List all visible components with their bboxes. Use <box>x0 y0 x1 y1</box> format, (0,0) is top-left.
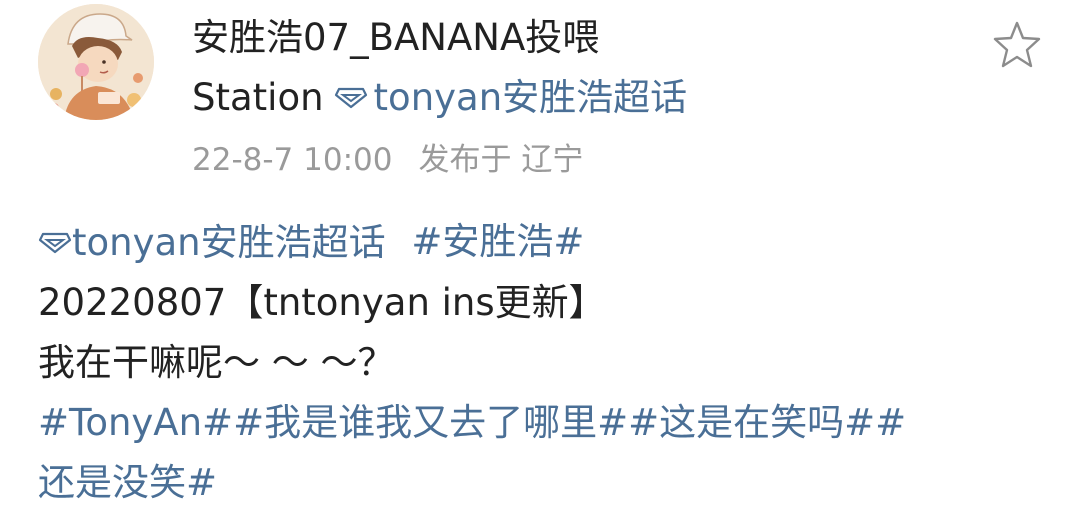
post-body: tonyan安胜浩超话 #安胜浩# 20220807【tntonyan ins更… <box>38 212 1048 513</box>
author-name[interactable]: 安胜浩07_BANANA投喂 <box>192 14 599 62</box>
body-super-topic-label: tonyan安胜浩超话 <box>72 221 386 264</box>
avatar-illustration-icon <box>38 4 154 120</box>
station-label: Station <box>192 76 324 119</box>
post-body-line-1: tonyan安胜浩超话 #安胜浩# <box>38 212 1048 273</box>
post-time: 22-8-7 10:00 <box>192 142 393 178</box>
hashtag-links-line[interactable]: #TonyAn##我是谁我又去了哪里##这是在笑吗## <box>38 393 1048 453</box>
post-body-line-3: 我在干嘛呢～ ～ ～？ <box>38 341 395 384</box>
super-topic-label: tonyan安胜浩超话 <box>373 76 688 119</box>
hashtag-links-line-continued[interactable]: 还是没笑# <box>38 453 1048 513</box>
diamond-icon <box>38 232 72 254</box>
post-location: 发布于 辽宁 <box>418 142 584 178</box>
hashtag-link[interactable]: #安胜浩# <box>411 220 584 263</box>
super-topic-link[interactable]: tonyan安胜浩超话 <box>324 74 688 122</box>
post-source-line: Station tonyan安胜浩超话 <box>192 74 687 122</box>
post-meta: 22-8-7 10:00 发布于 辽宁 <box>192 138 583 182</box>
body-super-topic-link[interactable]: tonyan安胜浩超话 <box>38 213 386 273</box>
post-body-line-2: 20220807【tntonyan ins更新】 <box>38 281 606 324</box>
favorite-button[interactable] <box>990 18 1044 72</box>
author-avatar[interactable] <box>38 4 154 120</box>
star-icon <box>993 21 1041 68</box>
diamond-icon <box>334 87 368 109</box>
